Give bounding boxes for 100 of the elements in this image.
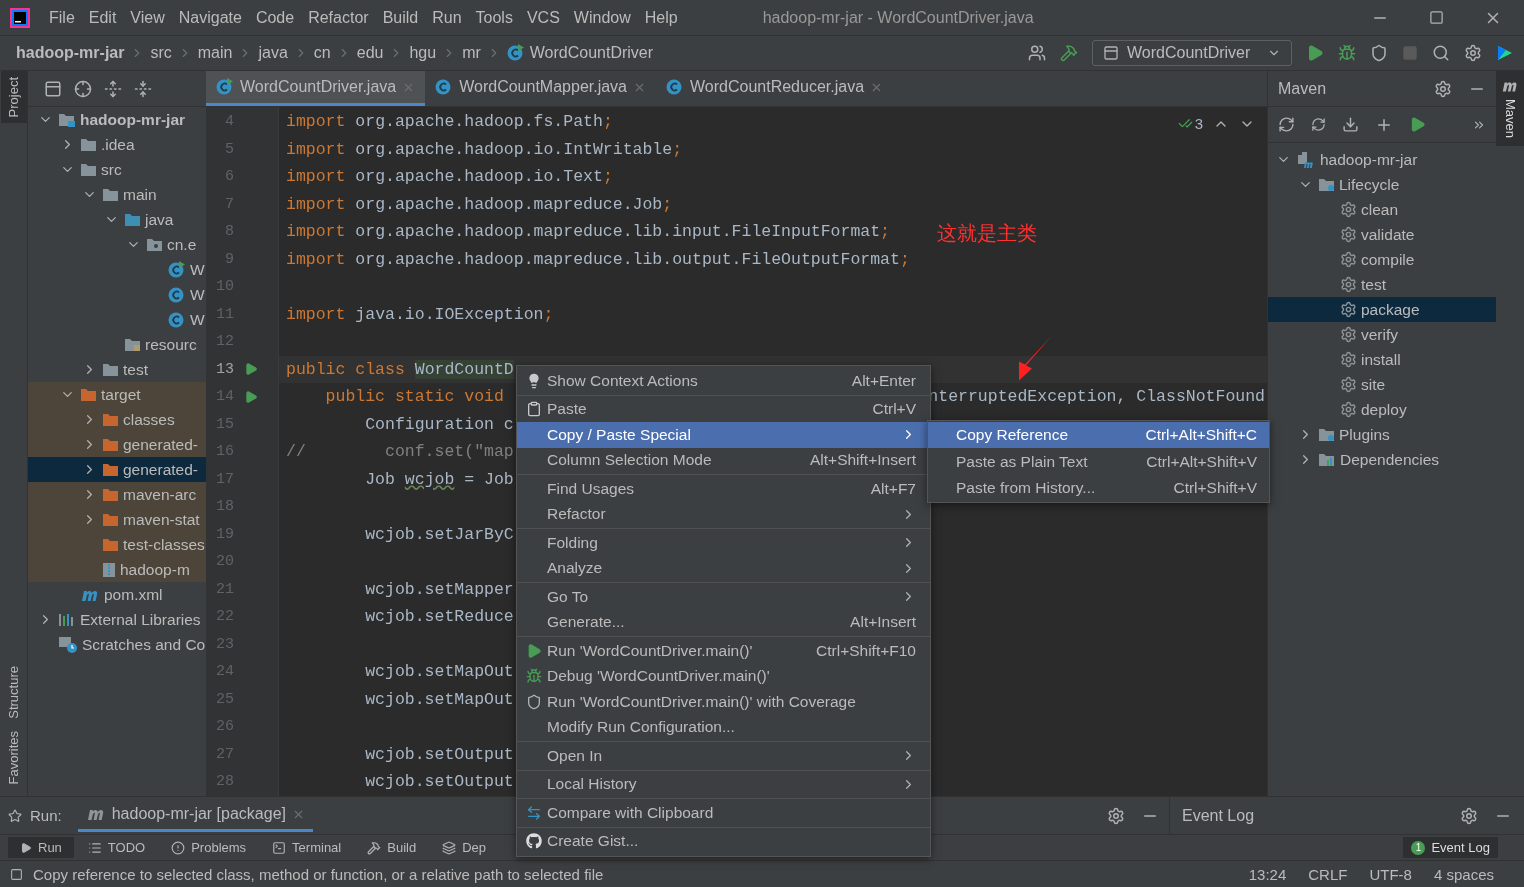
menu-item[interactable]: Help bbox=[637, 8, 685, 27]
settings-icon[interactable] bbox=[1434, 79, 1452, 98]
tool-window-tab[interactable]: Structure bbox=[0, 659, 27, 725]
menu-item[interactable]: Show Context Actions Alt+Enter bbox=[517, 368, 930, 394]
tool-window-tab[interactable]: Build bbox=[355, 837, 429, 858]
menu-item[interactable]: Paste Ctrl+V bbox=[517, 396, 930, 422]
breadcrumb[interactable]: main bbox=[197, 44, 233, 62]
editor-tab[interactable]: WordCountMapper.java bbox=[425, 71, 656, 106]
toolbox-logo[interactable] bbox=[1496, 44, 1514, 62]
tool-window-tab[interactable]: Maven bbox=[1496, 71, 1524, 147]
menu-item[interactable]: Run 'WordCountDriver.main()' with Coverage bbox=[517, 689, 930, 715]
event-log-button[interactable]: 1 Event Log bbox=[1403, 837, 1498, 858]
settings-icon[interactable] bbox=[1464, 44, 1482, 62]
tool-window-tab[interactable]: TODO bbox=[75, 837, 158, 858]
menu-item[interactable]: Local History bbox=[517, 771, 930, 797]
menu-item[interactable]: Refactor bbox=[301, 8, 376, 27]
tool-window-tab[interactable]: Project bbox=[0, 71, 27, 124]
run-config-dropdown[interactable]: WordCountDriver bbox=[1092, 40, 1292, 66]
console-tab[interactable]: hadoop-mr-jar [package] bbox=[77, 799, 313, 832]
tree-item[interactable]: maven-arc bbox=[28, 482, 206, 507]
menu-item[interactable]: Modify Run Configuration... bbox=[517, 714, 930, 740]
tree-item[interactable]: validate bbox=[1268, 222, 1496, 247]
menu-item[interactable]: Tools bbox=[468, 8, 520, 27]
menu-item[interactable]: File bbox=[42, 8, 82, 27]
tree-item[interactable]: Scratches and Co bbox=[28, 632, 206, 657]
tree-item[interactable]: verify bbox=[1268, 322, 1496, 347]
menu-item[interactable]: Create Gist... bbox=[517, 828, 930, 854]
tree-item[interactable]: test bbox=[1268, 272, 1496, 297]
tool-window-tab[interactable]: Problems bbox=[159, 837, 259, 858]
menu-item[interactable]: Run bbox=[425, 8, 469, 27]
menu-item[interactable]: Go To bbox=[517, 584, 930, 610]
breadcrumb[interactable]: mr bbox=[462, 44, 481, 62]
status-item[interactable]: 4 spaces bbox=[1433, 865, 1494, 883]
menu-item[interactable]: Run 'WordCountDriver.main()' Ctrl+Shift+F10 bbox=[517, 638, 930, 664]
expand-all-icon[interactable] bbox=[104, 79, 122, 98]
menu-item[interactable]: Edit bbox=[81, 8, 124, 27]
view-icon[interactable] bbox=[44, 79, 62, 98]
tree-item[interactable]: pom.xml bbox=[28, 582, 206, 607]
run-gutter-icon[interactable] bbox=[244, 389, 258, 404]
tree-item[interactable]: cn.e bbox=[28, 232, 206, 257]
menu-item[interactable]: Compare with Clipboard bbox=[517, 800, 930, 826]
tree-item[interactable]: generated- bbox=[28, 432, 206, 457]
menu-item[interactable]: Debug 'WordCountDriver.main()' bbox=[517, 663, 930, 689]
menu-item[interactable]: Navigate bbox=[171, 8, 249, 27]
tree-item[interactable]: Dependencies bbox=[1268, 447, 1496, 472]
menu-item[interactable]: Copy Reference Ctrl+Alt+Shift+C bbox=[928, 422, 1269, 449]
tree-item[interactable]: test-classes bbox=[28, 532, 206, 557]
users-icon[interactable] bbox=[1028, 44, 1046, 62]
tool-window-tab[interactable]: Dep bbox=[430, 837, 498, 858]
search-icon[interactable] bbox=[1432, 44, 1450, 62]
tree-item[interactable]: compile bbox=[1268, 247, 1496, 272]
tree-item[interactable]: classes bbox=[28, 407, 206, 432]
menu-item[interactable]: Open In bbox=[517, 743, 930, 769]
tool-window-tab[interactable]: Favorites bbox=[0, 724, 27, 790]
menu-item[interactable]: Copy / Paste Special bbox=[517, 422, 930, 448]
coverage-icon[interactable] bbox=[1370, 44, 1388, 62]
tree-item[interactable]: Plugins bbox=[1268, 422, 1496, 447]
menu-item[interactable]: View bbox=[123, 8, 172, 27]
settings-icon[interactable] bbox=[1107, 806, 1125, 825]
breadcrumb[interactable]: WordCountDriver bbox=[506, 44, 654, 62]
locate-icon[interactable] bbox=[74, 79, 92, 98]
tree-item[interactable]: maven-stat bbox=[28, 507, 206, 532]
status-item[interactable]: 13:24 bbox=[1248, 865, 1287, 883]
menu-item[interactable]: Folding bbox=[517, 530, 930, 556]
breadcrumb[interactable]: hadoop-mr-jar bbox=[16, 44, 125, 62]
collapse-all-icon[interactable] bbox=[134, 79, 152, 98]
tree-item[interactable]: hadoop-mr-jar bbox=[28, 107, 206, 132]
breadcrumb[interactable]: src bbox=[150, 44, 172, 62]
menu-item[interactable]: Build bbox=[375, 8, 426, 27]
tree-item[interactable]: test bbox=[28, 357, 206, 382]
maximize-icon[interactable] bbox=[1429, 10, 1444, 25]
tree-item[interactable]: W bbox=[28, 307, 206, 332]
tool-window-tab[interactable]: Terminal bbox=[260, 837, 354, 858]
tree-item[interactable]: install bbox=[1268, 347, 1496, 372]
tree-item[interactable]: site bbox=[1268, 372, 1496, 397]
tree-item[interactable]: hadoop-mr-jar bbox=[1268, 147, 1496, 172]
menu-item[interactable]: Paste from History... Ctrl+Shift+V bbox=[928, 474, 1269, 502]
run-gutter-icon[interactable] bbox=[244, 362, 258, 377]
tree-item[interactable]: src bbox=[28, 157, 206, 182]
tree-item[interactable]: resourc bbox=[28, 332, 206, 357]
menu-item[interactable]: Refactor bbox=[517, 501, 930, 527]
debug-icon[interactable] bbox=[1338, 44, 1356, 62]
editor-tab[interactable]: WordCountReducer.java bbox=[656, 71, 894, 106]
tree-item[interactable]: W bbox=[28, 282, 206, 307]
menu-item[interactable]: Generate... Alt+Insert bbox=[517, 609, 930, 635]
tree-item[interactable]: java bbox=[28, 207, 206, 232]
menu-item[interactable]: Code bbox=[248, 8, 302, 27]
tree-item[interactable]: W bbox=[28, 257, 206, 282]
tree-item[interactable]: deploy bbox=[1268, 397, 1496, 422]
breadcrumb[interactable]: java bbox=[258, 44, 288, 62]
run-icon[interactable] bbox=[1306, 44, 1324, 62]
tree-item[interactable]: External Libraries bbox=[28, 607, 206, 632]
tree-item[interactable]: target bbox=[28, 382, 206, 407]
download-icon[interactable] bbox=[1342, 116, 1359, 133]
settings-icon[interactable] bbox=[1460, 806, 1478, 825]
tree-item[interactable]: package bbox=[1268, 297, 1496, 322]
hammer-icon[interactable] bbox=[1060, 44, 1078, 62]
tree-item[interactable]: main bbox=[28, 182, 206, 207]
tree-item[interactable]: .idea bbox=[28, 132, 206, 157]
status-item[interactable]: CRLF bbox=[1308, 865, 1348, 883]
